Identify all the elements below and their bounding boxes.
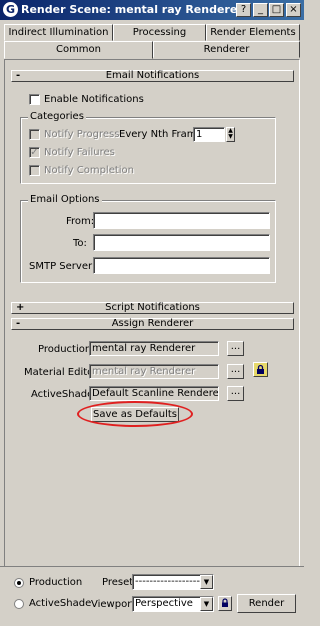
- close-button[interactable]: ×: [286, 3, 301, 17]
- viewport-value: Perspective: [135, 598, 193, 609]
- red-highlight-ellipse: [77, 401, 193, 427]
- script-rollout-header[interactable]: + Script Notifications: [11, 302, 294, 314]
- render-button[interactable]: Render: [237, 594, 296, 613]
- assign-rollout-header[interactable]: - Assign Renderer: [11, 318, 294, 330]
- production-browse-button[interactable]: ...: [227, 341, 244, 356]
- to-label: To:: [73, 238, 87, 249]
- viewport-dropdown-arrow-icon[interactable]: ▼: [200, 597, 213, 611]
- preset-dropdown-arrow-icon[interactable]: ▼: [200, 575, 213, 589]
- script-rollout-title: Script Notifications: [105, 302, 200, 313]
- 3dsmax-app-icon: G: [3, 2, 18, 17]
- tab-processing[interactable]: Processing: [113, 24, 206, 41]
- collapse-sign: -: [16, 318, 21, 329]
- smtp-server-label: SMTP Server:: [29, 261, 96, 272]
- production-label: Production:: [38, 344, 95, 355]
- notify-failures-checkbox[interactable]: ✓: [29, 147, 40, 158]
- from-label: From:: [66, 216, 95, 227]
- title-bar[interactable]: G Render Scene: mental ray Renderer ? _ …: [0, 0, 304, 20]
- activeshade-renderer-field: Default Scanline Renderer: [89, 386, 219, 401]
- notify-completion-label: Notify Completion: [44, 165, 135, 176]
- categories-label: Categories: [28, 111, 86, 122]
- every-nth-frame-input[interactable]: 1: [193, 127, 225, 142]
- collapse-sign: -: [16, 70, 21, 81]
- viewport-lock-icon[interactable]: [218, 596, 232, 611]
- maximize-button[interactable]: □: [269, 3, 284, 17]
- notify-failures-label: Notify Failures: [44, 147, 115, 158]
- activeshade-browse-button[interactable]: ...: [227, 386, 244, 401]
- email-options-label: Email Options: [28, 194, 102, 205]
- minimize-button[interactable]: _: [253, 3, 268, 17]
- production-renderer-field: mental ray Renderer: [89, 341, 219, 356]
- enable-notifications-label: Enable Notifications: [44, 94, 144, 105]
- tab-renderer[interactable]: Renderer: [153, 41, 300, 58]
- production-radio[interactable]: [14, 578, 24, 588]
- to-field[interactable]: [93, 234, 270, 251]
- material-editor-renderer-field: mental ray Renderer: [89, 364, 219, 379]
- assign-rollout-title: Assign Renderer: [111, 318, 194, 329]
- email-rollout-title: Email Notifications: [105, 70, 200, 81]
- smtp-server-field[interactable]: [93, 257, 270, 274]
- production-radio-label: Production: [29, 577, 83, 588]
- window-title: Render Scene: mental ray Renderer: [21, 3, 243, 16]
- email-rollout-header[interactable]: - Email Notifications: [11, 70, 294, 82]
- lock-icon[interactable]: [253, 362, 268, 377]
- notify-progress-checkbox[interactable]: [29, 129, 40, 140]
- preset-value: -------------------: [135, 576, 204, 587]
- activeshade-radio-label: ActiveShade: [29, 598, 92, 609]
- notify-completion-checkbox[interactable]: [29, 165, 40, 176]
- activeshade-label: ActiveShade:: [31, 389, 97, 400]
- activeshade-radio[interactable]: [14, 599, 24, 609]
- from-field[interactable]: [93, 212, 270, 229]
- help-button[interactable]: ?: [236, 3, 251, 17]
- preset-dropdown[interactable]: ------------------- ▼: [132, 574, 214, 590]
- tab-render-elements[interactable]: Render Elements: [206, 24, 300, 41]
- tab-common[interactable]: Common: [4, 41, 153, 59]
- bottom-divider: [0, 566, 304, 567]
- spinner-arrows[interactable]: ▲ ▼: [226, 127, 235, 142]
- expand-sign: +: [16, 302, 25, 313]
- notify-progress-label: Notify Progress: [44, 129, 120, 140]
- material-editor-browse-button[interactable]: ...: [227, 364, 244, 379]
- viewport-dropdown[interactable]: Perspective ▼: [132, 596, 214, 612]
- tab-indirect-illumination[interactable]: Indirect Illumination: [4, 24, 113, 41]
- enable-notifications-checkbox[interactable]: [29, 94, 40, 105]
